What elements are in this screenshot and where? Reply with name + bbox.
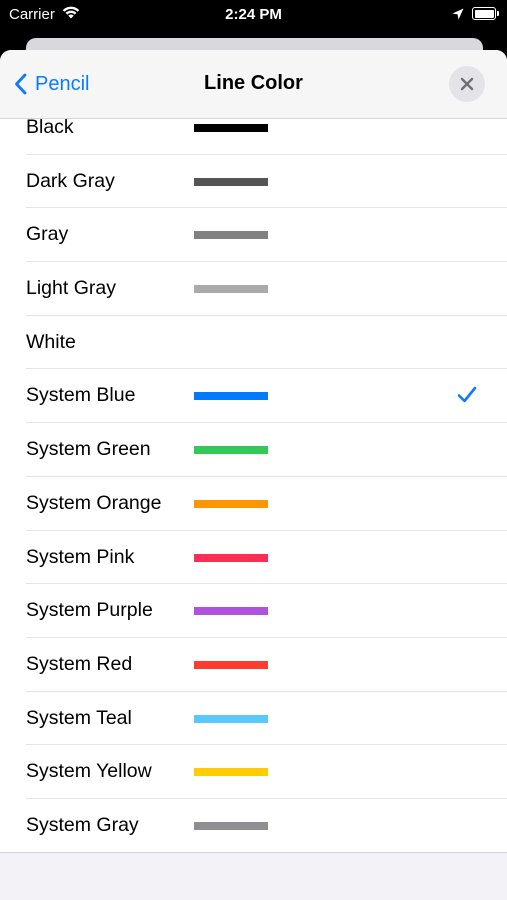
- close-button[interactable]: [449, 66, 485, 102]
- navigation-bar: Pencil Line Color: [0, 50, 507, 119]
- color-name-label: System Pink: [26, 545, 135, 568]
- color-row-light-gray[interactable]: Light Gray: [0, 262, 507, 316]
- color-swatch: [194, 338, 268, 347]
- color-name-label: System Yellow: [26, 760, 152, 783]
- color-swatch: [194, 821, 268, 830]
- color-swatch: [194, 499, 268, 508]
- line-color-sheet: Pencil Line Color Black Dark Gray Gray Ligh…: [0, 50, 507, 900]
- color-row-system-pink[interactable]: System Pink: [0, 531, 507, 585]
- color-swatch: [194, 768, 268, 777]
- checkmark-icon: [456, 385, 478, 410]
- color-row-system-yellow[interactable]: System Yellow: [0, 745, 507, 799]
- battery-icon: [472, 7, 499, 20]
- color-swatch: [194, 553, 268, 562]
- close-icon: [460, 77, 474, 91]
- color-name-label: System Gray: [26, 813, 139, 836]
- color-name-label: System Teal: [26, 706, 132, 729]
- color-row-system-purple[interactable]: System Purple: [0, 584, 507, 638]
- color-row-white[interactable]: White: [0, 316, 507, 370]
- color-row-system-gray[interactable]: System Gray: [0, 799, 507, 853]
- color-swatch: [194, 714, 268, 723]
- color-name-label: System Red: [26, 652, 133, 675]
- color-swatch: [194, 231, 268, 240]
- color-list: Black Dark Gray Gray Light Gray White System …: [0, 101, 507, 853]
- color-name-label: Light Gray: [26, 277, 116, 300]
- color-name-label: Dark Gray: [26, 169, 115, 192]
- color-name-label: Gray: [26, 223, 69, 246]
- color-row-dark-gray[interactable]: Dark Gray: [0, 155, 507, 209]
- color-swatch: [194, 660, 268, 669]
- color-row-system-blue[interactable]: System Blue: [0, 369, 507, 424]
- color-name-label: System Blue: [26, 384, 136, 407]
- color-row-system-orange[interactable]: System Orange: [0, 477, 507, 531]
- status-bar: Carrier 2:24 PM: [0, 0, 507, 30]
- page-title: Line Color: [204, 72, 303, 94]
- color-name-label: System Purple: [26, 599, 153, 622]
- color-row-system-teal[interactable]: System Teal: [0, 692, 507, 746]
- color-row-system-green[interactable]: System Green: [0, 423, 507, 477]
- color-swatch: [194, 607, 268, 616]
- color-swatch: [194, 177, 268, 186]
- color-name-label: White: [26, 330, 76, 353]
- color-name-label: System Orange: [26, 491, 162, 514]
- color-name-label: System Green: [26, 438, 151, 461]
- row-separator: [0, 851, 507, 853]
- color-row-system-red[interactable]: System Red: [0, 638, 507, 692]
- color-swatch: [194, 124, 268, 132]
- color-swatch: [194, 285, 268, 294]
- color-swatch: [194, 446, 268, 455]
- status-time: 2:24 PM: [225, 6, 282, 23]
- color-row-gray[interactable]: Gray: [0, 208, 507, 263]
- color-swatch: [194, 392, 268, 401]
- location-arrow-icon: [452, 7, 464, 24]
